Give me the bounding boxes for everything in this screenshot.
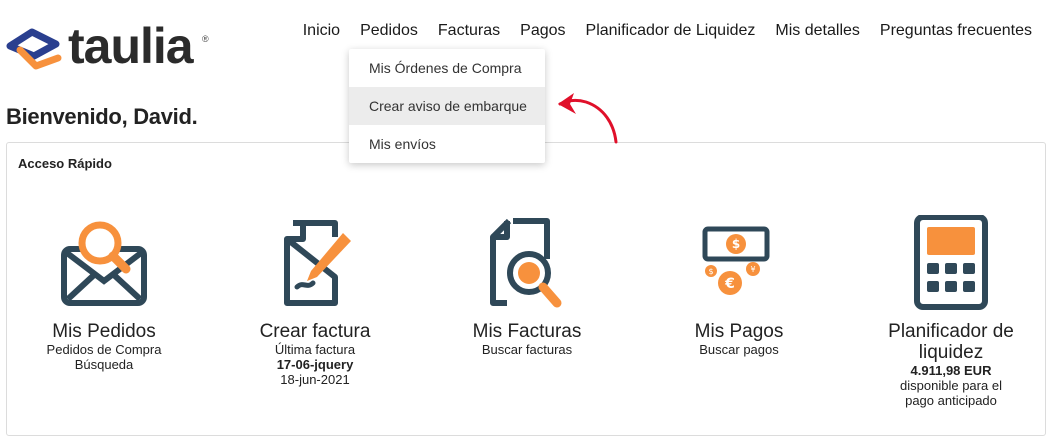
tile-title: Mis Pedidos (52, 321, 156, 342)
nav-preguntas[interactable]: Preguntas frecuentes (880, 22, 1032, 40)
menu-item-mis-ordenes[interactable]: Mis Órdenes de Compra (349, 49, 545, 87)
tile-line: Última factura (274, 342, 356, 357)
calculator-icon (914, 215, 988, 310)
menu-item-crear-aviso[interactable]: Crear aviso de embarque (349, 87, 545, 125)
tile-line: disponible para el (900, 378, 1002, 393)
nav-inicio[interactable]: Inicio (303, 22, 340, 40)
tile-line: Búsqueda (74, 357, 134, 372)
svg-text:¥: ¥ (750, 265, 755, 274)
tile-title: Mis Facturas (472, 321, 582, 342)
tile-title: Crear factura (259, 321, 371, 342)
tile-crear-factura[interactable]: Crear factura Última factura 17-06-jquer… (215, 215, 415, 387)
envelope-search-icon (61, 221, 147, 306)
registered-mark: ® (202, 34, 209, 44)
tile-mis-pagos[interactable]: $ $ ¥ € Mis Pagos Buscar pagos (639, 215, 839, 357)
tile-title-line-2: liquidez (918, 342, 984, 363)
brand-name: taulia (68, 18, 194, 74)
nav-planificador[interactable]: Planificador de Liquidez (586, 22, 756, 40)
tile-line: 18-jun-2021 (280, 372, 350, 387)
nav-mis-detalles[interactable]: Mis detalles (775, 22, 859, 40)
tile-line: Buscar facturas (481, 342, 573, 357)
svg-text:$: $ (732, 237, 740, 251)
top-nav: Inicio Pedidos Facturas Pagos Planificad… (303, 22, 1032, 40)
svg-text:$: $ (708, 267, 713, 276)
tile-line: Buscar pagos (699, 342, 779, 357)
taulia-logo[interactable]: taulia ® (6, 16, 216, 78)
tile-title: Planificador de (888, 321, 1014, 342)
tile-mis-facturas[interactable]: Mis Facturas Buscar facturas (427, 215, 627, 357)
tile-title: Mis Pagos (694, 321, 784, 342)
document-search-icon (490, 218, 562, 308)
nav-pedidos[interactable]: Pedidos (360, 22, 418, 40)
tile-line-bold: 17-06-jquery (276, 357, 354, 372)
tile-mis-pedidos[interactable]: Mis Pedidos Pedidos de Compra Búsqueda (4, 215, 204, 372)
nav-facturas[interactable]: Facturas (438, 22, 500, 40)
tile-line: Pedidos de Compra (46, 342, 162, 357)
svg-text:€: € (724, 276, 735, 292)
annotation-arrow-icon (558, 93, 618, 144)
nav-pagos[interactable]: Pagos (520, 22, 565, 40)
quick-access-title: Acceso Rápido (18, 156, 112, 171)
taulia-mark-icon (6, 28, 62, 70)
pedidos-dropdown-menu: Mis Órdenes de Compra Crear aviso de emb… (349, 49, 545, 163)
tile-planificador[interactable]: Planificador de liquidez 4.911,98 EUR di… (851, 215, 1051, 408)
menu-item-mis-envios[interactable]: Mis envíos (349, 125, 545, 163)
tile-line-bold: 4.911,98 EUR (910, 363, 992, 378)
welcome-heading: Bienvenido, David. (6, 104, 198, 129)
quick-access-panel: Acceso Rápido Mis Pedidos Pedidos de Com… (6, 142, 1046, 436)
document-pencil-icon (284, 220, 351, 306)
money-icon: $ $ ¥ € (702, 226, 770, 295)
tile-line: pago anticipado (905, 393, 997, 408)
